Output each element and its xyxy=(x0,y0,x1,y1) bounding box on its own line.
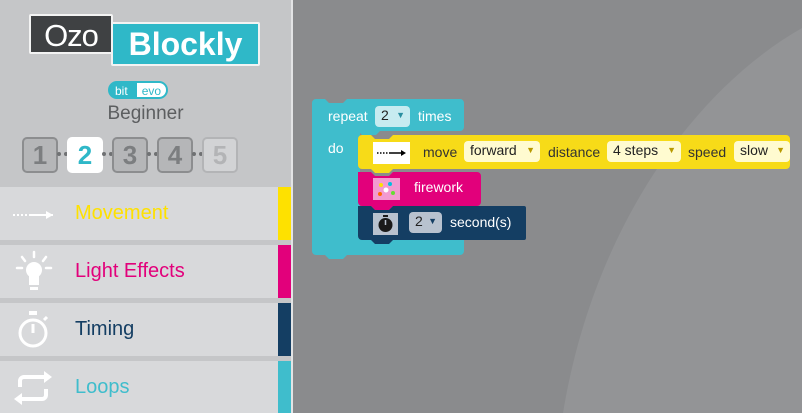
move-label: move xyxy=(423,144,458,160)
speed-dropdown[interactable]: slow ▼ xyxy=(734,141,790,162)
repeat-count-dropdown[interactable]: 2 ▼ xyxy=(375,106,410,127)
light-bulb-icon xyxy=(15,250,53,290)
level-button-1[interactable]: 1 xyxy=(22,137,58,173)
seconds-dropdown[interactable]: 2 ▼ xyxy=(409,212,442,233)
speed-value: slow xyxy=(740,142,769,158)
level-button-3[interactable]: 3 xyxy=(112,137,148,173)
category-color-bar xyxy=(278,303,291,356)
category-label: Movement xyxy=(75,202,169,224)
times-label: times xyxy=(418,108,452,124)
stopwatch-icon xyxy=(18,311,49,348)
category-movement[interactable]: Movement xyxy=(0,187,291,240)
chevron-down-icon: ▼ xyxy=(776,145,785,155)
category-loops[interactable]: Loops xyxy=(0,361,291,413)
chevron-down-icon: ▼ xyxy=(667,145,676,155)
distance-dropdown[interactable]: 4 steps ▼ xyxy=(607,141,681,162)
level-button-4[interactable]: 4 xyxy=(157,137,193,173)
chevron-down-icon: ▼ xyxy=(396,110,405,120)
firework-label: firework xyxy=(414,179,464,195)
category-label: Timing xyxy=(75,318,135,340)
category-label: Light Effects xyxy=(75,260,185,282)
level-button-5[interactable]: 5 xyxy=(202,137,238,173)
category-color-bar xyxy=(278,187,291,240)
logo-ozo: Ozo xyxy=(29,14,113,54)
brand-bit: bit xyxy=(108,81,135,99)
chevron-down-icon: ▼ xyxy=(526,145,535,155)
toolbox-sidebar: Ozo Blockly bit evo Beginner 1 2 3 4 5 M… xyxy=(0,0,291,413)
do-label: do xyxy=(328,140,344,156)
level-button-2[interactable]: 2 xyxy=(67,137,103,173)
level-name: Beginner xyxy=(107,103,184,124)
seconds-value: 2 xyxy=(415,213,423,229)
repeat-count-value: 2 xyxy=(381,107,389,123)
category-label: Loops xyxy=(75,376,130,398)
workspace-canvas[interactable]: repeat 2 ▼ times do move forward ▼ dista… xyxy=(293,0,802,413)
category-color-bar xyxy=(278,245,291,298)
distance-label: distance xyxy=(548,144,601,160)
direction-dropdown[interactable]: forward ▼ xyxy=(464,141,540,162)
direction-value: forward xyxy=(470,142,517,158)
bitevo-brand: bit evo xyxy=(108,81,169,99)
category-light-effects[interactable]: Light Effects xyxy=(0,245,291,298)
move-arrow-icon xyxy=(373,142,410,164)
arrow-icon xyxy=(13,211,53,219)
repeat-label: repeat xyxy=(328,108,368,124)
category-color-bar xyxy=(278,361,291,413)
firework-icon xyxy=(373,178,400,200)
loop-icon xyxy=(14,371,52,405)
timer-icon xyxy=(373,213,398,235)
speed-label: speed xyxy=(688,144,727,160)
brand-evo: evo xyxy=(134,81,169,99)
seconds-label: second(s) xyxy=(450,214,512,230)
logo-blockly: Blockly xyxy=(111,22,260,66)
category-timing[interactable]: Timing xyxy=(0,303,291,356)
chevron-down-icon: ▼ xyxy=(428,216,437,226)
distance-value: 4 steps xyxy=(613,142,659,158)
